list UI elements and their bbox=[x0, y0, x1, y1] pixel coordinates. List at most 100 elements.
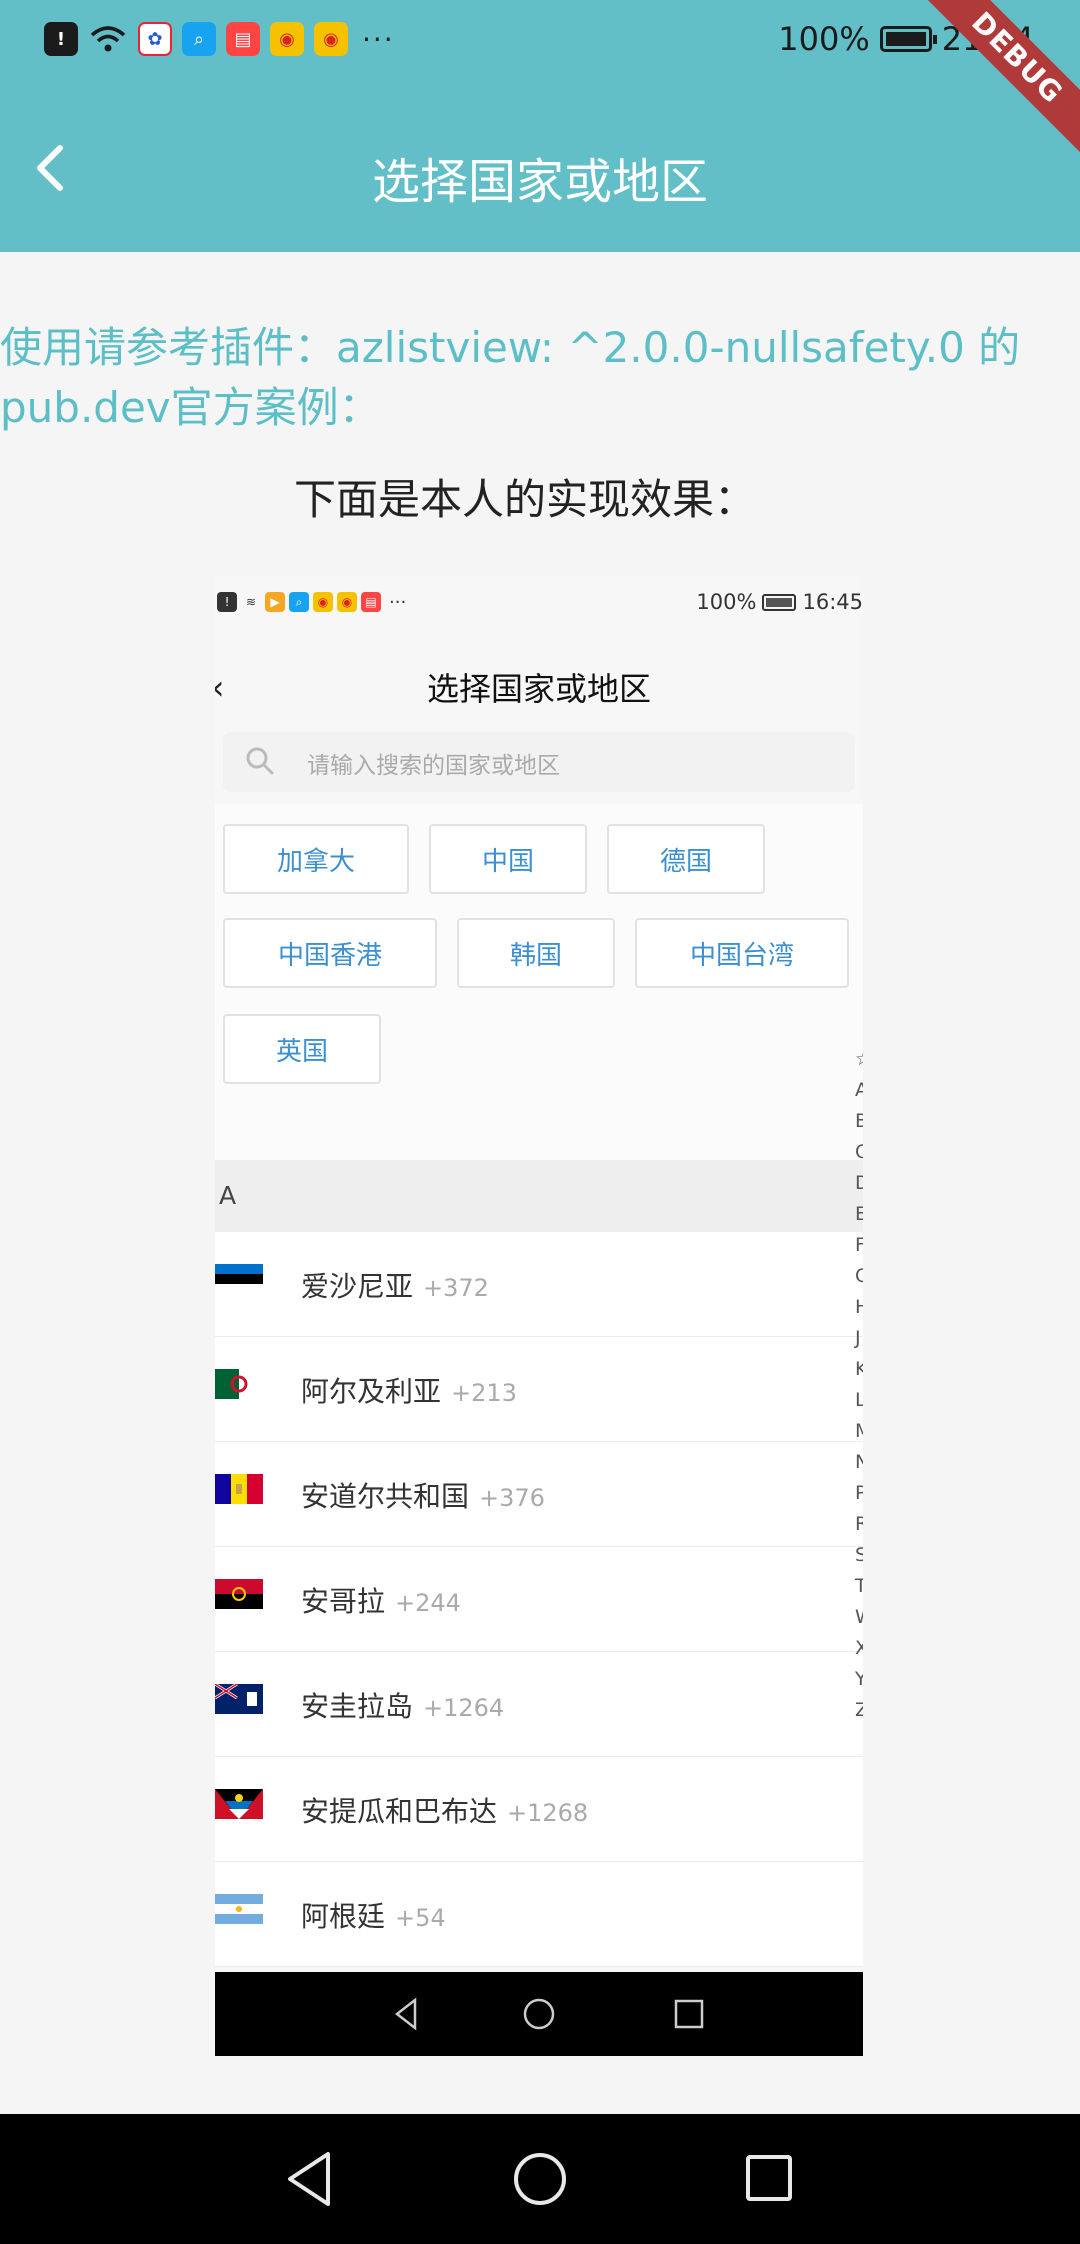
country-code: +1264 bbox=[423, 1694, 505, 1722]
angola-flag-icon bbox=[215, 1579, 263, 1609]
status-bar: ! ✿ ⌕ ▤ ◉ ◉ ··· 100% 21:54 bbox=[0, 0, 1080, 84]
index-letter: H bbox=[855, 1296, 863, 1318]
country-name: 阿根廷 bbox=[301, 1900, 386, 1933]
country-code: +372 bbox=[423, 1274, 489, 1302]
index-letter: X bbox=[855, 1637, 863, 1659]
wifi-icon: ≋ bbox=[245, 595, 257, 609]
more-notifications: ··· bbox=[389, 592, 407, 613]
country-row: 阿尔及利亚 +213 bbox=[215, 1337, 863, 1442]
index-letter: D bbox=[855, 1172, 863, 1194]
index-letter: L bbox=[855, 1389, 863, 1411]
search-icon bbox=[246, 747, 274, 775]
index-letter: B bbox=[855, 1110, 863, 1132]
country-row: 安道尔共和国 +376 bbox=[215, 1442, 863, 1547]
example-navigation-bar bbox=[215, 1972, 863, 2056]
search-placeholder: 请输入搜索的国家或地区 bbox=[307, 753, 560, 779]
system-navigation-bar bbox=[0, 2114, 1080, 2244]
index-letter: P bbox=[855, 1482, 863, 1504]
hot-countries: 加拿大 中国 德国 中国香港 韩国 中国台湾 英国 bbox=[215, 804, 863, 1160]
hot-country-chip: 中国 bbox=[429, 824, 587, 894]
example-status-bar: ! ≋ ▶ ⌕ ◉ ◉ ▤ ··· 100% 16:45 bbox=[215, 576, 863, 632]
home-nav-icon bbox=[514, 2153, 566, 2205]
recents-nav-button[interactable] bbox=[746, 2155, 792, 2201]
page-title: 选择国家或地区 bbox=[371, 154, 708, 210]
baidu-app-icon: ✿ bbox=[138, 22, 172, 56]
country-row: 安圭拉岛 +1264 bbox=[215, 1652, 863, 1757]
weibo-app-icon-2: ◉ bbox=[314, 22, 348, 56]
plugin-reference-text: 使用请参考插件：azlistview: ^2.0.0-nullsafety.0 … bbox=[0, 323, 1021, 432]
country-code: +213 bbox=[451, 1379, 517, 1407]
estonia-flag-icon bbox=[215, 1264, 263, 1294]
recents-nav-icon bbox=[674, 1999, 704, 2029]
hot-country-chip: 加拿大 bbox=[223, 824, 409, 894]
weibo-app-icon-2: ◉ bbox=[337, 592, 357, 612]
video-app-icon: ▶ bbox=[265, 592, 285, 612]
battery-icon bbox=[762, 593, 797, 611]
index-letter: Y bbox=[855, 1668, 863, 1690]
algeria-flag-icon bbox=[215, 1369, 263, 1399]
weibo-app-icon: ◉ bbox=[270, 22, 304, 56]
section-header-a: A bbox=[215, 1160, 863, 1232]
index-letter: G bbox=[855, 1265, 863, 1287]
more-notifications: ··· bbox=[362, 22, 395, 56]
index-letter: E bbox=[855, 1203, 863, 1225]
alert-icon: ! bbox=[217, 592, 237, 612]
index-letter: Z bbox=[855, 1699, 863, 1721]
argentina-flag-icon bbox=[215, 1894, 263, 1924]
index-letter: C bbox=[855, 1141, 863, 1163]
index-letter: K bbox=[855, 1358, 863, 1380]
index-letter: M bbox=[855, 1416, 863, 1447]
index-letter: N bbox=[855, 1451, 863, 1473]
back-nav-icon bbox=[394, 1997, 417, 2031]
hot-country-chip: 英国 bbox=[223, 1014, 381, 1084]
index-letter: R bbox=[855, 1513, 863, 1535]
battery-icon bbox=[879, 26, 937, 52]
demo-subtitle: 下面是本人的实现效果： bbox=[293, 475, 756, 524]
index-letter: J bbox=[855, 1327, 861, 1349]
battery-percent: 100% bbox=[696, 590, 757, 614]
country-code: +376 bbox=[479, 1484, 545, 1512]
country-name: 安道尔共和国 bbox=[301, 1480, 470, 1513]
clock: 16:45 bbox=[802, 590, 863, 614]
back-nav-button[interactable] bbox=[288, 2152, 330, 2206]
country-search-input: 请输入搜索的国家或地区 bbox=[223, 732, 855, 792]
country-name: 安提瓜和巴布达 bbox=[301, 1795, 498, 1828]
app-header: ! ✿ ⌕ ▤ ◉ ◉ ··· 100% 21:54 DEBUG 选择国家或地区 bbox=[0, 0, 1080, 252]
index-letter: T bbox=[855, 1575, 863, 1597]
country-list: 爱沙尼亚 +372 阿尔及利亚 +213 安道尔共和国 +376 安哥拉 +244 安圭… bbox=[215, 1232, 863, 1967]
country-code: +244 bbox=[395, 1589, 461, 1617]
index-letter: ☆ bbox=[855, 1044, 863, 1075]
alphabet-index-bar: ☆ ABCDEFGHJKLMNPRSTWXYZ bbox=[855, 1044, 863, 1726]
country-row: 阿根廷 +54 bbox=[215, 1862, 863, 1967]
index-letter: W bbox=[855, 1602, 863, 1633]
example-screenshot: ! ≋ ▶ ⌕ ◉ ◉ ▤ ··· 100% 16:45 ‹ 选择国家或地区 请… bbox=[215, 576, 863, 2056]
wifi-icon bbox=[88, 22, 128, 56]
country-name: 安圭拉岛 bbox=[301, 1690, 414, 1723]
country-name: 安哥拉 bbox=[301, 1585, 386, 1618]
search-app-icon: ⌕ bbox=[289, 592, 309, 612]
battery-percent: 100% bbox=[778, 20, 870, 58]
reader-app-icon: ▤ bbox=[361, 592, 381, 612]
hot-country-chip: 韩国 bbox=[457, 918, 615, 988]
country-name: 阿尔及利亚 bbox=[301, 1375, 442, 1408]
reader-app-icon: ▤ bbox=[226, 22, 260, 56]
index-letter: S bbox=[855, 1544, 863, 1566]
notification-icons: ! ✿ ⌕ ▤ ◉ ◉ ··· bbox=[44, 22, 395, 56]
country-row: 爱沙尼亚 +372 bbox=[215, 1232, 863, 1337]
country-name: 爱沙尼亚 bbox=[301, 1270, 414, 1303]
country-code: +1268 bbox=[507, 1799, 589, 1827]
antigua-flag-icon bbox=[215, 1789, 263, 1819]
andorra-flag-icon bbox=[215, 1474, 263, 1504]
back-nav-icon bbox=[288, 2152, 330, 2206]
search-app-icon: ⌕ bbox=[182, 22, 216, 56]
hot-country-chip: 德国 bbox=[607, 824, 765, 894]
country-row: 安哥拉 +244 bbox=[215, 1547, 863, 1652]
home-nav-icon bbox=[523, 1998, 555, 2030]
index-letter: F bbox=[855, 1234, 863, 1256]
alert-icon: ! bbox=[44, 22, 78, 56]
home-nav-button[interactable] bbox=[514, 2153, 566, 2205]
index-letter: A bbox=[855, 1079, 863, 1101]
example-page-title: 选择国家或地区 bbox=[426, 670, 651, 708]
hot-country-chip: 中国台湾 bbox=[635, 918, 849, 988]
recents-nav-icon bbox=[746, 2155, 792, 2201]
